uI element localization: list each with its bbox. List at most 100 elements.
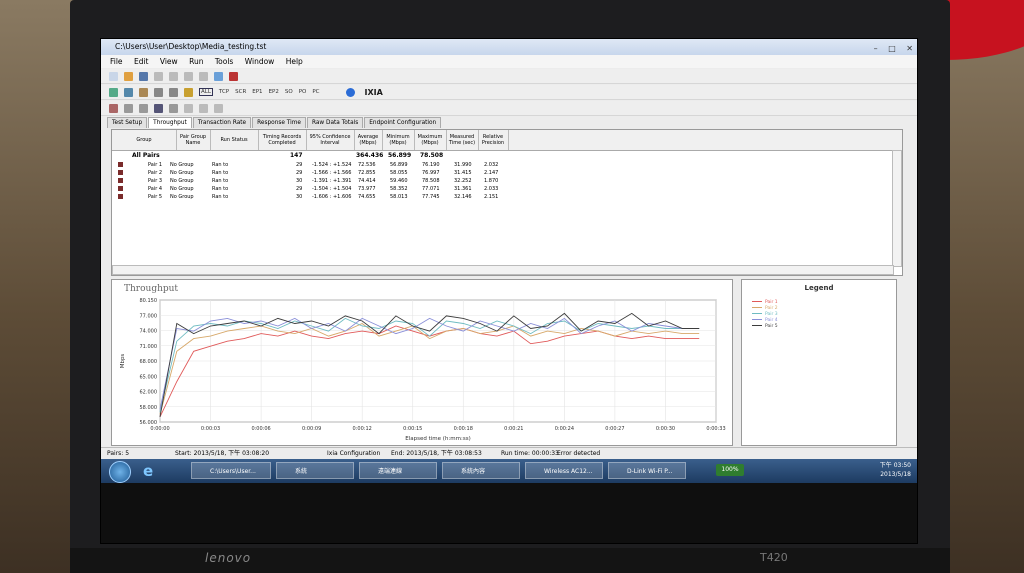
pair-icon bbox=[118, 186, 123, 191]
taskbar-app-ixchariot[interactable]: C:\Users\User... bbox=[191, 462, 271, 479]
pair-records: 30 bbox=[296, 178, 303, 184]
col-confidence-interval[interactable]: 95% Confidence Interval bbox=[306, 130, 355, 150]
cut-icon[interactable] bbox=[169, 71, 178, 81]
results-icon[interactable] bbox=[109, 103, 118, 113]
tab-transaction-rate[interactable]: Transaction Rate bbox=[192, 117, 252, 128]
pair-maximum: 76.190 bbox=[422, 162, 440, 168]
tab-test-setup[interactable]: Test Setup bbox=[107, 117, 148, 128]
print-icon[interactable] bbox=[154, 71, 163, 81]
save-icon[interactable] bbox=[139, 71, 148, 81]
menu-view[interactable]: View bbox=[160, 57, 178, 66]
tab-raw-data-totals[interactable]: Raw Data Totals bbox=[306, 117, 364, 128]
pair-maximum: 76.997 bbox=[422, 170, 440, 176]
add-pair-icon[interactable] bbox=[109, 87, 118, 97]
taskbar-app-system[interactable]: 系統 bbox=[276, 462, 354, 479]
x-tick-label: 0:00:18 bbox=[454, 426, 473, 432]
menu-tools[interactable]: Tools bbox=[215, 57, 233, 66]
col-pair-group-name[interactable]: Pair Group Name bbox=[176, 130, 211, 150]
refresh-icon[interactable] bbox=[124, 103, 133, 113]
filter-ep1-button[interactable]: EP1 bbox=[252, 89, 262, 95]
copy-icon[interactable] bbox=[184, 71, 193, 81]
export-icon[interactable] bbox=[139, 103, 148, 113]
columns-icon[interactable] bbox=[199, 103, 208, 113]
taskbar-app-wireless[interactable]: Wireless AC12... bbox=[525, 462, 603, 479]
col-minimum[interactable]: Minimum (Mbps) bbox=[382, 130, 415, 150]
sort-icon[interactable] bbox=[169, 87, 178, 97]
pair-minimum: 56.899 bbox=[390, 162, 408, 168]
filter-all-button[interactable]: ALL bbox=[199, 88, 213, 96]
windows-taskbar: e C:\Users\User... 系統 遠端連線 系統內容 Wireless… bbox=[101, 459, 917, 483]
table-row[interactable]: Pair 5 No Group Ran to 30 -1.606 : +1.60… bbox=[112, 193, 902, 201]
filter-icon[interactable] bbox=[154, 87, 163, 97]
pair-ci: -1.391 : +1.391 bbox=[312, 178, 352, 184]
maximize-icon[interactable]: □ bbox=[888, 44, 896, 53]
paste-icon[interactable] bbox=[199, 71, 208, 81]
delete-pair-icon[interactable] bbox=[139, 87, 148, 97]
toolbar-results bbox=[101, 101, 917, 116]
info-icon[interactable] bbox=[345, 87, 355, 97]
col-relative-precision[interactable]: Relative Precision bbox=[478, 130, 509, 150]
tab-response-time[interactable]: Response Time bbox=[252, 117, 306, 128]
taskbar-app-remote[interactable]: 遠端連線 bbox=[359, 462, 437, 479]
internet-explorer-icon[interactable]: e bbox=[143, 462, 161, 480]
table-row[interactable]: Pair 2 No Group Ran to 29 -1.566 : +1.56… bbox=[112, 169, 902, 177]
filter-tcp-button[interactable]: TCP bbox=[219, 89, 229, 95]
col-measured-time[interactable]: Measured Time (sec) bbox=[446, 130, 479, 150]
x-tick-label: 0:00:09 bbox=[302, 426, 321, 432]
y-tick-label: 77.000 bbox=[140, 313, 158, 319]
table-row-all-pairs[interactable]: All Pairs 147 364.436 56.899 78.508 bbox=[112, 152, 902, 160]
table-vertical-scrollbar[interactable] bbox=[892, 150, 902, 267]
close-icon[interactable]: ✕ bbox=[906, 44, 913, 53]
legend-swatch bbox=[752, 319, 762, 320]
tab-endpoint-configuration[interactable]: Endpoint Configuration bbox=[364, 117, 442, 128]
menu-edit[interactable]: Edit bbox=[134, 57, 149, 66]
col-average[interactable]: Average (Mbps) bbox=[354, 130, 383, 150]
col-maximum[interactable]: Maximum (Mbps) bbox=[414, 130, 447, 150]
zoom-level[interactable]: 100% bbox=[716, 464, 744, 476]
minimize-icon[interactable]: – bbox=[874, 44, 878, 53]
all-pairs-label: All Pairs bbox=[132, 152, 160, 159]
open-icon[interactable] bbox=[124, 71, 133, 81]
tab-throughput[interactable]: Throughput bbox=[148, 117, 192, 128]
menu-run[interactable]: Run bbox=[189, 57, 203, 66]
menu-window[interactable]: Window bbox=[245, 57, 275, 66]
legend-label: Pair 1 bbox=[765, 300, 778, 305]
new-icon[interactable] bbox=[109, 71, 118, 81]
legend-item: Pair 1 bbox=[752, 300, 778, 305]
pair-ci: -1.566 : +1.566 bbox=[312, 170, 352, 176]
pair-icon bbox=[118, 162, 123, 167]
filter-so-button[interactable]: SO bbox=[285, 89, 293, 95]
zoom-icon[interactable] bbox=[214, 103, 223, 113]
col-timing-records[interactable]: Timing Records Completed bbox=[258, 130, 307, 150]
menu-help[interactable]: Help bbox=[286, 57, 303, 66]
edit-pair-icon[interactable] bbox=[124, 87, 133, 97]
table-row[interactable]: Pair 3 No Group Ran to 30 -1.391 : +1.39… bbox=[112, 177, 902, 185]
pair-time: 31.990 bbox=[454, 162, 472, 168]
gear-icon[interactable] bbox=[169, 103, 178, 113]
results-tabs: Test Setup Throughput Transaction Rate R… bbox=[107, 117, 442, 128]
taskbar-app-dlink[interactable]: D-Link Wi-Fi P... bbox=[608, 462, 686, 479]
menu-bar: File Edit View Run Tools Window Help bbox=[101, 55, 917, 68]
legend-title: Legend bbox=[804, 284, 834, 292]
table-row[interactable]: Pair 4 No Group Ran to 29 -1.504 : +1.50… bbox=[112, 185, 902, 193]
window-titlebar: C:\Users\User\Desktop\Media_testing.tst … bbox=[101, 39, 917, 55]
filter-scr-button[interactable]: SCR bbox=[235, 89, 246, 95]
col-group[interactable]: Group bbox=[112, 130, 177, 150]
filter-pc-button[interactable]: PC bbox=[312, 89, 319, 95]
system-clock[interactable]: 下午 03:50 2013/5/18 bbox=[880, 461, 911, 479]
chart-icon[interactable] bbox=[154, 103, 163, 113]
table-row[interactable]: Pair 1 No Group Ran to 29 -1.524 : +1.52… bbox=[112, 161, 902, 169]
run-icon[interactable] bbox=[214, 71, 223, 81]
grid-icon[interactable] bbox=[184, 103, 193, 113]
pair-maximum: 77.071 bbox=[422, 186, 440, 192]
windows-start-button[interactable] bbox=[109, 461, 131, 483]
table-horizontal-scrollbar[interactable] bbox=[112, 265, 894, 275]
menu-file[interactable]: File bbox=[110, 57, 123, 66]
filter-po-button[interactable]: PO bbox=[299, 89, 307, 95]
taskbar-app-properties[interactable]: 系統內容 bbox=[442, 462, 520, 479]
filter-ep2-button[interactable]: EP2 bbox=[269, 89, 279, 95]
lock-icon[interactable] bbox=[184, 87, 193, 97]
col-run-status[interactable]: Run Status bbox=[210, 130, 259, 150]
screen-bottom-bezel bbox=[101, 483, 917, 543]
stop-icon[interactable] bbox=[229, 71, 238, 81]
